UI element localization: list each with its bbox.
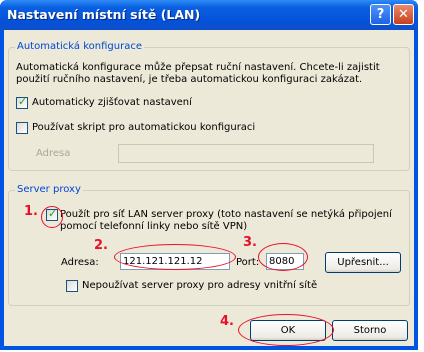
annotation-oval-checkbox	[41, 206, 63, 228]
advanced-button[interactable]: Upřesnit...	[325, 252, 401, 273]
annotation-oval-ok	[238, 314, 334, 346]
use-proxy-label-line1: Použít pro síť LAN server proxy (toto na…	[60, 209, 392, 220]
close-button[interactable]: ✕	[393, 4, 414, 25]
bypass-local-checkbox[interactable]	[66, 280, 78, 292]
auto-config-description-line2: použití ručního nastavení, je třeba auto…	[16, 74, 363, 85]
title-bar[interactable]: Nastavení místní sítě (LAN) ? ✕	[0, 0, 418, 30]
annotation-step-3: 3.	[243, 235, 257, 250]
auto-detect-checkbox[interactable]: ✓	[16, 95, 28, 109]
annotation-step-2: 2.	[94, 238, 108, 253]
cancel-button[interactable]: Storno	[332, 320, 408, 341]
use-proxy-label-line2: pomocí telefonní linky nebo sítě VPN)	[60, 221, 248, 232]
annotation-oval-port	[258, 243, 308, 271]
use-script-label: Používat skript pro automatickou konfigu…	[32, 122, 256, 133]
annotation-step-1: 1.	[24, 204, 38, 219]
bypass-local-label: Nepoužívat server proxy pro adresy vnitř…	[82, 280, 318, 291]
dialog-body: Automatická konfigurace Automatická konf…	[4, 30, 414, 346]
annotation-step-4: 4.	[220, 314, 234, 329]
proxy-port-label: Port:	[236, 257, 260, 268]
script-address-input[interactable]	[118, 144, 374, 163]
checkmark-icon: ✓	[18, 95, 28, 108]
proxy-legend: Server proxy	[15, 184, 83, 196]
annotation-oval-address	[114, 244, 236, 270]
lan-settings-dialog: Nastavení místní sítě (LAN) ? ✕ Automati…	[0, 0, 418, 350]
script-address-label: Adresa	[36, 148, 71, 159]
proxy-address-label: Adresa:	[61, 257, 99, 268]
help-icon: ?	[376, 7, 385, 22]
auto-config-legend: Automatická konfigurace	[15, 41, 144, 53]
window-title: Nastavení místní sítě (LAN)	[7, 7, 201, 22]
help-button[interactable]: ?	[370, 4, 391, 25]
use-script-checkbox[interactable]	[16, 122, 28, 134]
auto-config-description-line1: Automatická konfigurace může přepsat ruč…	[16, 62, 380, 73]
auto-detect-label: Automaticky zjišťovat nastavení	[32, 97, 192, 108]
close-icon: ✕	[398, 7, 409, 22]
